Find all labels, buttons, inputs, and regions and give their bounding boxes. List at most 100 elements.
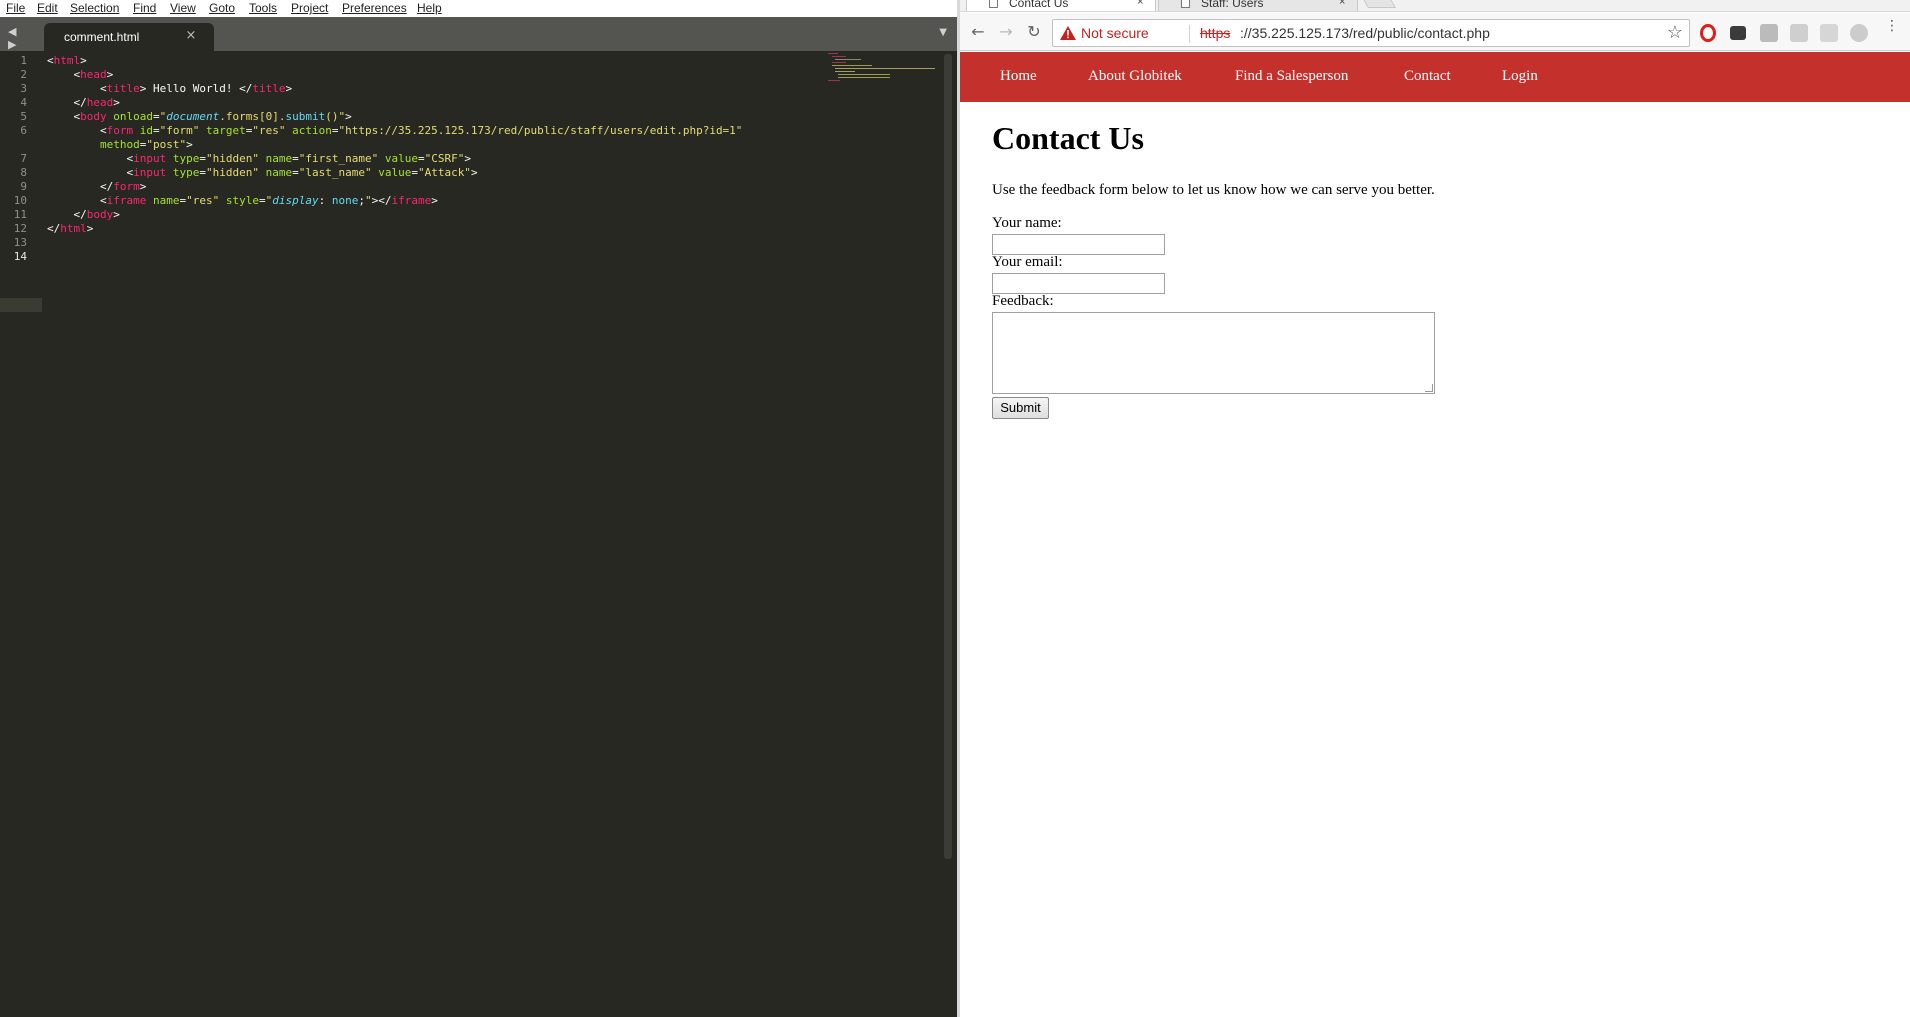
code-token: > Hello World! </ [139, 82, 253, 95]
back-icon[interactable]: ← [968, 22, 988, 42]
menu-tools[interactable]: Tools [249, 1, 277, 15]
email-label: Your email: [992, 254, 1063, 270]
more-menu-icon[interactable]: ⋮ [1882, 19, 1902, 43]
browser-tab-contact-us[interactable]: Contact Us × [966, 0, 1156, 11]
name-label: Your name: [992, 215, 1062, 231]
code-token: body [80, 110, 107, 123]
code-line: <html> [47, 54, 87, 68]
code-token: > [464, 152, 471, 165]
code-token: = [152, 110, 160, 123]
bookmark-icon[interactable] [1730, 26, 1746, 40]
code-token: type [166, 166, 200, 179]
code-token: iframe [391, 194, 432, 207]
menu-help[interactable]: Help [417, 1, 442, 15]
address-bar[interactable]: Not secure https ://35.225.125.173/red/p… [1052, 19, 1690, 47]
page-icon [1181, 0, 1190, 8]
menu-view[interactable]: View [170, 1, 196, 15]
code-line: <head> [47, 68, 114, 82]
code-token: > [285, 82, 293, 95]
reload-icon[interactable]: ↻ [1024, 22, 1044, 42]
menu-preferences[interactable]: Preferences [342, 1, 407, 15]
divider [1189, 25, 1190, 43]
code-token: none [325, 194, 359, 207]
name-input[interactable] [992, 234, 1165, 255]
code-token: type [166, 152, 200, 165]
security-label[interactable]: Not secure [1081, 25, 1149, 41]
current-line-highlight [0, 298, 42, 312]
nav-home[interactable]: Home [1000, 68, 1037, 85]
tab-title: Contact Us [1009, 0, 1069, 10]
code-token: "hidden" [205, 166, 259, 179]
code-token: "last_name" [298, 166, 372, 179]
line-number: 11 [13, 208, 27, 221]
tab-nav-arrows-icon[interactable]: ◀ ▶ [8, 25, 34, 51]
bookmark-star-icon[interactable]: ☆ [1667, 22, 1683, 43]
email-input[interactable] [992, 273, 1165, 294]
editor-scrollbar[interactable] [944, 54, 952, 859]
nav-salesperson[interactable]: Find a Salesperson [1235, 68, 1348, 85]
chevron-down-icon[interactable]: ▼ [939, 27, 947, 38]
menu-selection[interactable]: Selection [70, 1, 119, 15]
url-text: ://35.225.125.173/red/public/contact.php [1240, 25, 1490, 41]
pdf-icon[interactable] [1790, 24, 1808, 42]
feedback-textarea[interactable] [992, 312, 1435, 394]
menu-find[interactable]: Find [133, 1, 156, 15]
code-token: display [272, 194, 319, 207]
code-token: = [199, 166, 206, 179]
minimap[interactable] [828, 52, 938, 82]
submit-button[interactable]: Submit [992, 397, 1049, 419]
code-token: .forms[0]. [219, 110, 286, 123]
menu-project[interactable]: Project [291, 1, 328, 15]
nav-login[interactable]: Login [1502, 68, 1538, 85]
menu-file[interactable]: File [6, 1, 25, 15]
line-number: 4 [20, 96, 27, 109]
browser-tab-staff-users[interactable]: Staff: Users × [1158, 0, 1358, 11]
forward-icon[interactable]: → [996, 22, 1016, 42]
code-token: head [80, 68, 107, 81]
extension-icon[interactable] [1850, 24, 1868, 42]
code-token: document [166, 110, 220, 123]
code-token: > [80, 54, 87, 67]
code-area[interactable]: <html> <head> <title> Hello World! </tit… [47, 51, 917, 951]
resize-handle-icon[interactable] [1425, 384, 1433, 392]
extension-icon[interactable] [1820, 24, 1838, 42]
close-icon[interactable]: × [1339, 0, 1345, 8]
line-number: 14 [13, 250, 27, 263]
opera-icon[interactable] [1700, 24, 1716, 42]
close-icon[interactable]: × [180, 27, 202, 45]
menu-edit[interactable]: Edit [37, 1, 58, 15]
line-number: 6 [20, 124, 27, 137]
page-icon [989, 0, 998, 8]
code-token: "res" [186, 194, 220, 207]
code-token: head [86, 96, 114, 109]
code-line: </body> [47, 208, 120, 222]
site-nav-bar: Home About Globitek Find a Salesperson C… [960, 52, 1910, 102]
line-number: 10 [13, 194, 27, 207]
code-token: > [106, 68, 114, 81]
code-editor: File Edit Selection Find View Goto Tools… [0, 0, 957, 1017]
editor-menubar: File Edit Selection Find View Goto Tools… [0, 0, 957, 17]
code-token: = [292, 166, 299, 179]
new-tab-button[interactable] [1359, 0, 1397, 8]
menu-goto[interactable]: Goto [209, 1, 235, 15]
extension-icon[interactable] [1760, 24, 1778, 42]
nav-contact[interactable]: Contact [1404, 68, 1451, 85]
intro-text: Use the feedback form below to let us kn… [992, 182, 1435, 198]
code-token: "form" [159, 124, 200, 137]
code-line: </form> [47, 180, 146, 194]
close-icon[interactable]: × [1137, 0, 1143, 8]
tab-label: comment.html [64, 30, 140, 44]
code-token: = [292, 152, 299, 165]
nav-about[interactable]: About Globitek [1088, 68, 1182, 85]
code-token: = [417, 152, 425, 165]
code-token: < [99, 194, 107, 207]
code-token: body [86, 208, 114, 221]
code-token: html [60, 222, 87, 235]
tab-comment-html[interactable]: comment.html × [44, 23, 214, 51]
code-token: > [431, 194, 438, 207]
